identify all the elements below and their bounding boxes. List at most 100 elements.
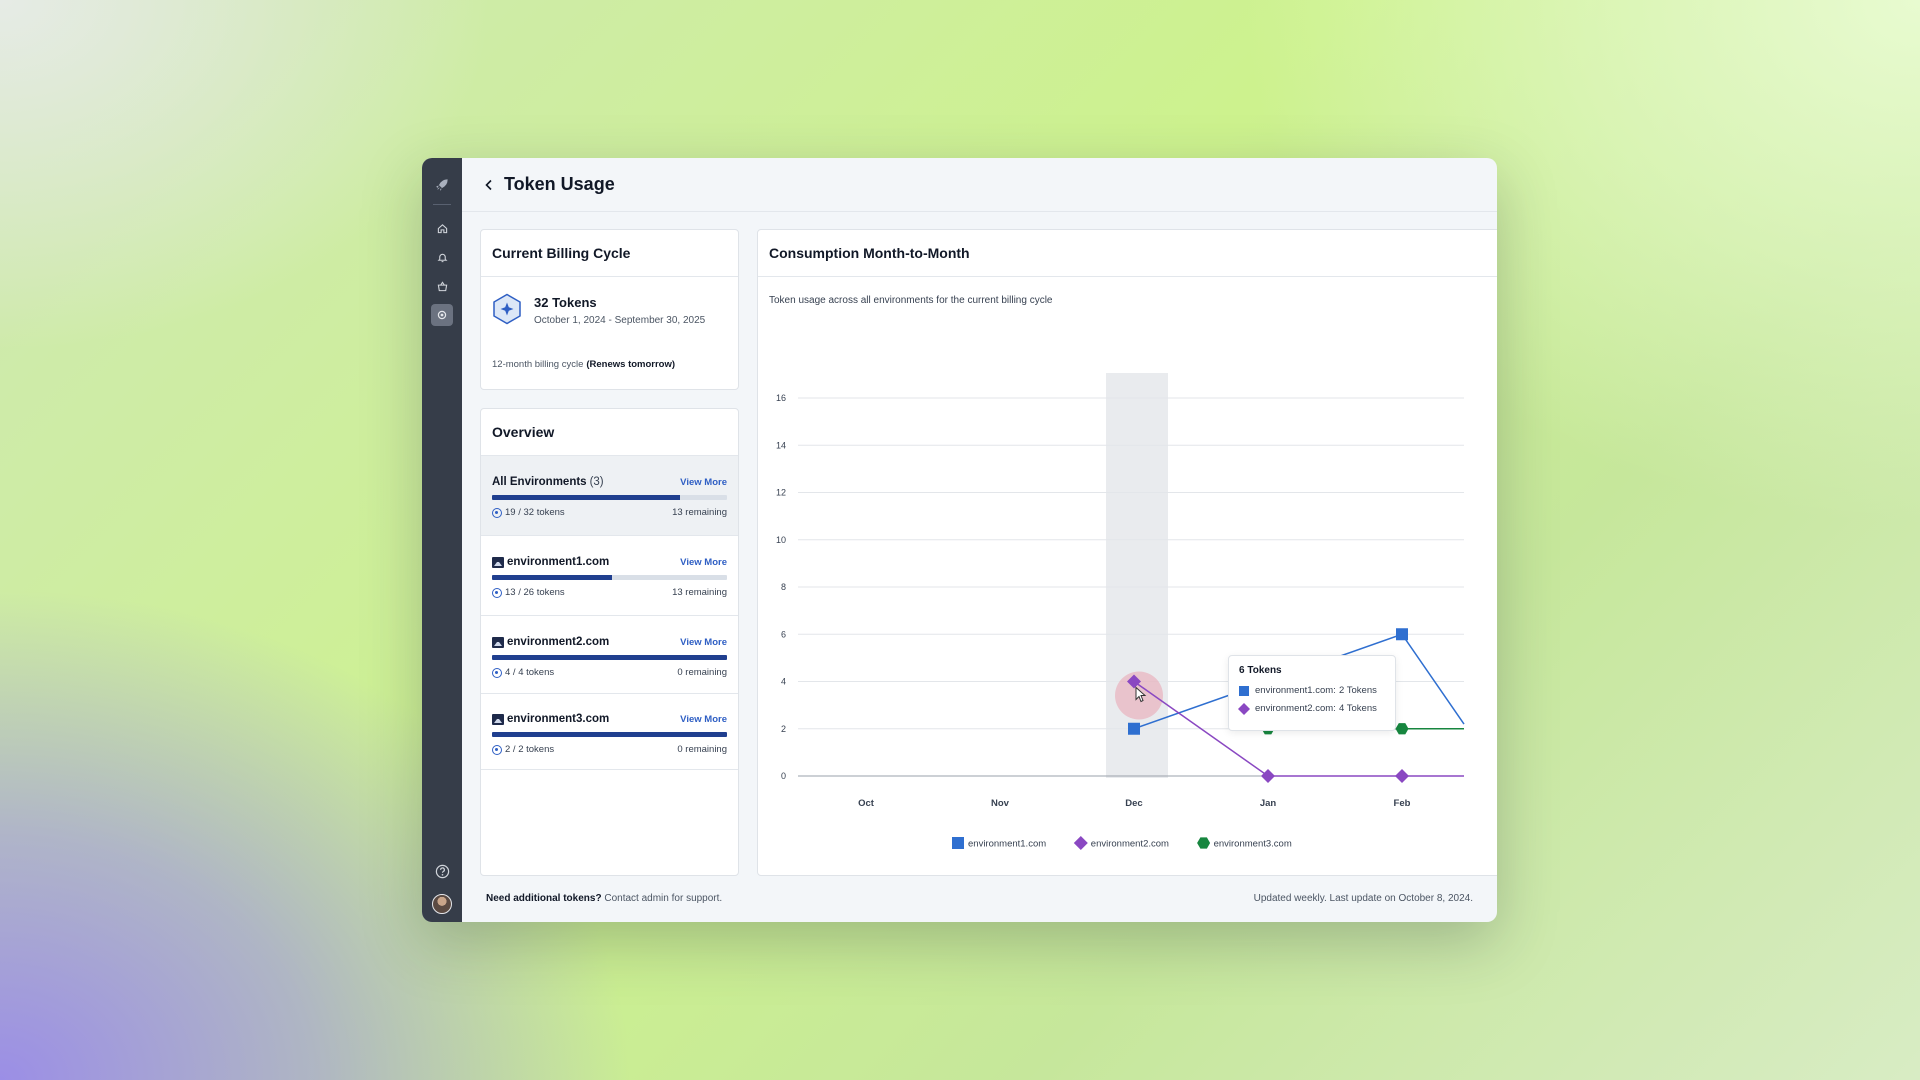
usage-bar xyxy=(492,495,727,500)
view-more-link[interactable]: View More xyxy=(680,637,727,648)
usage-bar-fill xyxy=(492,732,727,737)
data-point xyxy=(1396,628,1408,641)
data-point xyxy=(1128,722,1140,735)
data-point xyxy=(1261,769,1275,783)
legend-label: environment3.com xyxy=(1214,839,1292,850)
page-header: Token Usage xyxy=(462,158,1497,212)
token-amount: 32 Tokens xyxy=(534,295,597,310)
view-more-link[interactable]: View More xyxy=(680,714,727,725)
app-window: Token Usage Current Billing Cycle 32 Tok… xyxy=(422,158,1497,922)
tooltip-label: environment1.com: xyxy=(1255,685,1336,696)
help-icon[interactable] xyxy=(435,864,450,884)
usage-text: 2 / 2 tokens xyxy=(505,744,555,755)
row-name: All Environments xyxy=(492,476,587,488)
chart-title: Consumption Month-to-Month xyxy=(758,230,1497,277)
rail-divider xyxy=(433,204,451,205)
token-icon xyxy=(492,507,502,518)
tooltip-row: environment1.com: 2 Tokens xyxy=(1239,685,1385,696)
x-tick-label: Oct xyxy=(858,798,875,809)
x-tick-label: Jan xyxy=(1260,798,1277,809)
usage-text: 4 / 4 tokens xyxy=(505,667,555,678)
legend-marker xyxy=(952,837,964,849)
y-tick-label: 6 xyxy=(781,629,786,639)
bell-icon[interactable] xyxy=(431,246,453,268)
main-content: Token Usage Current Billing Cycle 32 Tok… xyxy=(462,158,1497,922)
y-tick-label: 16 xyxy=(776,393,786,403)
nav-rail xyxy=(422,158,462,922)
square-marker-icon xyxy=(1239,685,1249,696)
overview-row-all: All Environments (3) View More 19 / 32 to… xyxy=(481,456,738,536)
y-tick-label: 10 xyxy=(776,535,786,545)
footer-support: Need additional tokens? Contact admin fo… xyxy=(486,893,722,904)
tooltip-label: environment2.com: xyxy=(1255,703,1336,714)
usage-text: 19 / 32 tokens xyxy=(505,507,565,518)
env-count: (3) xyxy=(589,476,604,488)
row-name: environment1.com xyxy=(507,556,610,568)
cycle-label: 12-month billing cycle xyxy=(492,359,584,370)
billing-dates: October 1, 2024 - September 30, 2025 xyxy=(534,315,706,326)
remaining-text: 0 remaining xyxy=(677,667,727,678)
legend-marker xyxy=(1073,836,1088,850)
overview-row-environment2: environment2.com View More 4 / 4 tokens … xyxy=(481,616,738,694)
user-avatar[interactable] xyxy=(432,894,452,914)
y-tick-label: 12 xyxy=(776,488,786,498)
usage-bar-fill xyxy=(492,495,680,500)
row-name: environment3.com xyxy=(507,713,610,725)
usage-bar xyxy=(492,732,727,737)
y-tick-label: 14 xyxy=(776,440,786,450)
environment-icon xyxy=(492,636,504,648)
remaining-text: 13 remaining xyxy=(672,587,727,598)
footer-updated: Updated weekly. Last update on October 8… xyxy=(1253,893,1473,904)
y-tick-label: 2 xyxy=(781,724,786,734)
back-chevron-icon[interactable] xyxy=(480,176,498,194)
data-point xyxy=(1395,723,1409,735)
diamond-marker-icon xyxy=(1237,702,1251,715)
usage-bar xyxy=(492,575,727,580)
consumption-chart-card: Consumption Month-to-Month Token usage a… xyxy=(757,229,1497,876)
tooltip-value: 2 Tokens xyxy=(1339,685,1377,696)
overview-card: Overview All Environments (3) View More 1… xyxy=(480,408,739,876)
tooltip-value: 4 Tokens xyxy=(1339,703,1377,714)
remaining-text: 0 remaining xyxy=(677,744,727,755)
y-tick-label: 4 xyxy=(781,677,786,687)
footer-contact: Contact admin for support. xyxy=(604,893,723,904)
tooltip-title: 6 Tokens xyxy=(1239,665,1282,676)
usage-bar-fill xyxy=(492,575,612,580)
x-tick-label: Feb xyxy=(1394,798,1411,809)
settings-icon[interactable] xyxy=(431,304,453,326)
view-more-link[interactable]: View More xyxy=(680,557,727,568)
token-icon xyxy=(492,744,502,755)
overview-title: Overview xyxy=(481,409,738,456)
y-tick-label: 0 xyxy=(781,771,786,781)
renews-label: (Renews tomorrow) xyxy=(586,359,676,370)
chart-tooltip: 6 Tokens environment1.com: 2 Tokens envi… xyxy=(1228,655,1396,731)
tooltip-row: environment2.com: 4 Tokens xyxy=(1237,702,1385,715)
legend-marker xyxy=(1197,837,1211,849)
y-tick-label: 8 xyxy=(781,582,786,592)
environment-icon xyxy=(492,713,504,725)
usage-bar-fill xyxy=(492,655,727,660)
line-chart: 0 2 4 6 8 10 12 14 16 Oct Nov Dec Jan Feb environment1… xyxy=(776,373,1465,850)
basket-icon[interactable] xyxy=(431,275,453,297)
remaining-text: 13 remaining xyxy=(672,507,727,518)
legend-label: environment1.com xyxy=(968,839,1046,850)
environment-icon xyxy=(492,556,504,568)
data-point xyxy=(1395,769,1409,783)
home-icon[interactable] xyxy=(431,217,453,239)
x-tick-label: Dec xyxy=(1125,798,1142,809)
row-name: environment2.com xyxy=(507,636,610,648)
x-tick-label: Nov xyxy=(991,798,1010,809)
view-more-link[interactable]: View More xyxy=(680,477,727,488)
cycle-note: 12-month billing cycle (Renews tomorrow) xyxy=(492,359,675,370)
page-title: Token Usage xyxy=(504,174,615,194)
billing-card: Current Billing Cycle 32 Tokens October … xyxy=(480,229,739,390)
token-hexagon-icon xyxy=(492,293,522,325)
token-icon xyxy=(492,667,502,678)
usage-text: 13 / 26 tokens xyxy=(505,587,565,598)
rocket-icon[interactable] xyxy=(431,174,453,196)
token-icon xyxy=(492,587,502,598)
usage-bar xyxy=(492,655,727,660)
overview-row-environment3: environment3.com View More 2 / 2 tokens … xyxy=(481,694,738,770)
footer-need: Need additional tokens? xyxy=(486,893,602,904)
overview-row-environment1: environment1.com View More 13 / 26 token… xyxy=(481,536,738,616)
